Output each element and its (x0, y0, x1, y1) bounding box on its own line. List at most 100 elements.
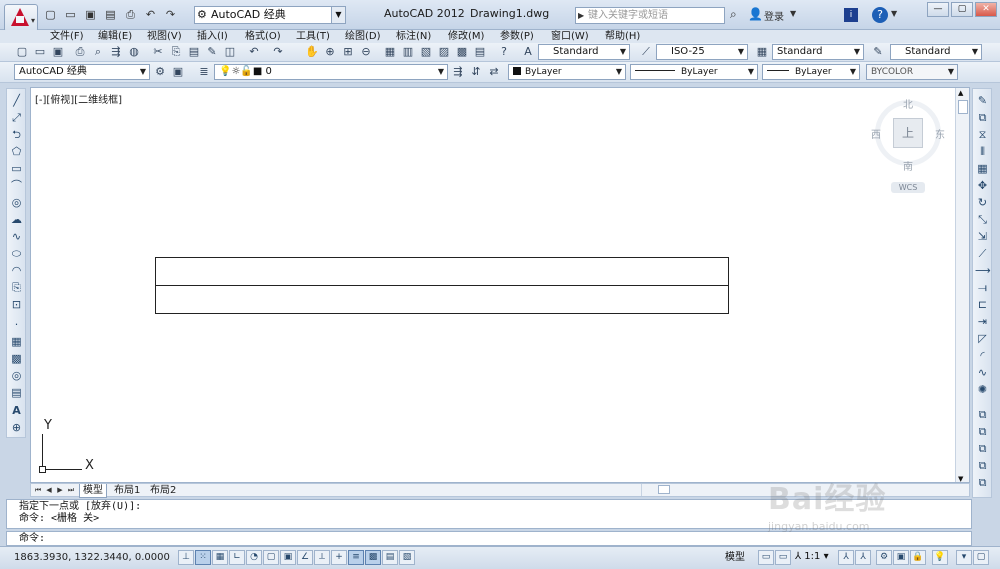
draworder-front-icon[interactable]: ⧉ (975, 407, 990, 422)
quick-view-layouts-icon[interactable]: ▭ (758, 550, 774, 565)
table-icon[interactable]: ▤ (9, 385, 24, 400)
chevron-down-icon[interactable]: ▼ (790, 9, 796, 25)
ortho-mode-icon[interactable]: ∟ (229, 550, 245, 565)
lineweight-select[interactable]: ByLayer ▼ (762, 64, 860, 80)
viewport-controls[interactable]: [-][俯视][二维线框] (35, 91, 122, 106)
wcs-menu[interactable]: WCS (891, 182, 925, 193)
open-icon[interactable]: ▭ (32, 44, 48, 60)
polar-tracking-icon[interactable]: ◔ (246, 550, 262, 565)
object-snap-tracking-icon[interactable]: ∠ (297, 550, 313, 565)
block-editor-icon[interactable]: ◫ (222, 44, 238, 60)
menu-modify[interactable]: 修改(M) (448, 30, 484, 43)
viewcube[interactable]: 北 南 东 西 上 WCS (869, 94, 949, 194)
zoom-window-icon[interactable]: ⊞ (340, 44, 356, 60)
text-to-front-icon[interactable]: ⧉ (975, 475, 990, 490)
selection-cycling-icon[interactable]: ▧ (399, 550, 415, 565)
insert-block-icon[interactable]: ⎘ (9, 280, 24, 295)
chamfer-icon[interactable]: ◸ (975, 331, 990, 346)
break-at-point-icon[interactable]: ⟞ (975, 280, 990, 295)
last-tab-icon[interactable]: ⏭ (66, 485, 76, 495)
saveas-icon[interactable]: ▤ (102, 6, 119, 23)
prev-tab-icon[interactable]: ◀ (44, 485, 54, 495)
scroll-up-icon[interactable]: ▲ (958, 89, 963, 97)
menu-parametric[interactable]: 参数(P) (500, 30, 534, 43)
horizontal-scrollbar[interactable] (641, 484, 969, 496)
move-icon[interactable]: ✥ (975, 178, 990, 193)
isolate-objects-icon[interactable]: 💡 (932, 550, 948, 565)
tab-layout2[interactable]: 布局2 (147, 484, 179, 497)
compass-north[interactable]: 北 (903, 96, 913, 111)
hatch-icon[interactable]: ▦ (9, 334, 24, 349)
menu-format[interactable]: 格式(O) (245, 30, 281, 43)
rotate-icon[interactable]: ↻ (975, 195, 990, 210)
open-icon[interactable]: ▭ (62, 6, 79, 23)
polyline-icon[interactable]: ⮌ (9, 127, 24, 142)
sheet-set-icon[interactable]: ▨ (436, 44, 452, 60)
arc-icon[interactable]: ⌒ (9, 178, 24, 193)
plot-icon[interactable]: ⎙ (72, 44, 88, 60)
copy-icon[interactable]: ⎘ (168, 44, 184, 60)
break-icon[interactable]: ⊏ (975, 297, 990, 312)
snap-mode-icon[interactable]: ⁙ (195, 550, 211, 565)
publish-icon[interactable]: ⇶ (108, 44, 124, 60)
transparency-icon[interactable]: ▩ (365, 550, 381, 565)
3d-object-snap-icon[interactable]: ▣ (280, 550, 296, 565)
zoom-previous-icon[interactable]: ⊖ (358, 44, 374, 60)
save-icon[interactable]: ▣ (82, 6, 99, 23)
mirror-icon[interactable]: ⧖ (975, 127, 990, 142)
chevron-down-icon[interactable]: ▼ (891, 9, 897, 25)
draworder-under-icon[interactable]: ⧉ (975, 458, 990, 473)
print-icon[interactable]: ⎙ (122, 6, 139, 23)
quick-properties-icon[interactable]: ▤ (382, 550, 398, 565)
design-center-icon[interactable]: ▥ (400, 44, 416, 60)
menu-insert[interactable]: 插入(I) (197, 30, 228, 43)
blend-icon[interactable]: ∿ (975, 365, 990, 380)
layer-properties-icon[interactable]: ≣ (196, 64, 212, 80)
markup-icon[interactable]: ▩ (454, 44, 470, 60)
redo-icon[interactable]: ↷ (162, 6, 179, 23)
help-icon[interactable]: ? (872, 7, 888, 23)
workspace-settings-icon[interactable]: ▣ (170, 64, 186, 80)
vertical-scrollbar[interactable]: ▲ ▼ (955, 88, 969, 482)
trim-icon[interactable]: ⟋ (975, 246, 990, 261)
copy-object-icon[interactable]: ⧉ (975, 110, 990, 125)
polygon-icon[interactable]: ⬠ (9, 144, 24, 159)
compass-west[interactable]: 西 (871, 126, 881, 141)
ellipse-icon[interactable]: ⬭ (9, 246, 24, 261)
text-style-icon[interactable]: A (520, 44, 536, 60)
table-style-select[interactable]: Standard ▼ (772, 44, 864, 60)
horizontal-scroll-thumb[interactable] (658, 485, 670, 494)
table-style-icon[interactable]: ▦ (754, 44, 770, 60)
compass-east[interactable]: 东 (935, 126, 945, 141)
auto-scale-icon[interactable]: ⅄ (855, 550, 871, 565)
lock-icon[interactable]: 🔒 (910, 550, 926, 565)
calculator-icon[interactable]: ▤ (472, 44, 488, 60)
minimize-button[interactable]: — (927, 2, 949, 17)
next-tab-icon[interactable]: ▶ (55, 485, 65, 495)
draworder-above-icon[interactable]: ⧉ (975, 441, 990, 456)
help-icon[interactable]: ? (496, 44, 512, 60)
drawn-rectangle-bottom[interactable] (155, 285, 729, 314)
join-icon[interactable]: ⇥ (975, 314, 990, 329)
undo-icon[interactable]: ↶ (246, 44, 262, 60)
fillet-icon[interactable]: ◜ (975, 348, 990, 363)
ellipse-arc-icon[interactable]: ◠ (9, 263, 24, 278)
explode-icon[interactable]: ✺ (975, 382, 990, 397)
grid-display-icon[interactable]: ▦ (212, 550, 228, 565)
tab-model[interactable]: 模型 (79, 484, 107, 498)
gradient-icon[interactable]: ▩ (9, 351, 24, 366)
add-selected-icon[interactable]: ⊕ (9, 420, 24, 435)
lineweight-icon[interactable]: ≡ (348, 550, 364, 565)
dim-style-select[interactable]: ISO-25 ▼ (656, 44, 748, 60)
redo-icon[interactable]: ↷ (270, 44, 286, 60)
command-input[interactable]: 命令: (6, 531, 972, 546)
close-button[interactable]: ✕ (975, 2, 997, 17)
linetype-select[interactable]: ByLayer ▼ (630, 64, 758, 80)
erase-icon[interactable]: ✎ (975, 93, 990, 108)
clean-screen-icon[interactable]: ▢ (973, 550, 989, 565)
layer-previous-icon[interactable]: ⇵ (468, 64, 484, 80)
properties-icon[interactable]: ▦ (382, 44, 398, 60)
undo-icon[interactable]: ↶ (142, 6, 159, 23)
draworder-back-icon[interactable]: ⧉ (975, 424, 990, 439)
new-icon[interactable]: ▢ (42, 6, 59, 23)
